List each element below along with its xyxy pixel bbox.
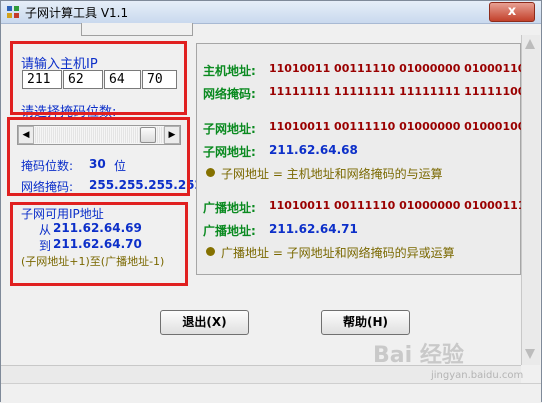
highlight-usable-box bbox=[10, 202, 188, 286]
subnet-decimal-label: 子网地址: bbox=[203, 145, 256, 159]
host-address-label: 主机地址: bbox=[203, 64, 256, 78]
host-address-binary: 11010011 00111110 01000000 01000110 bbox=[269, 62, 526, 75]
broadcast-formula-note: 广播地址 = 子网地址和网络掩码的异或运算 bbox=[221, 246, 455, 260]
bullet-icon bbox=[206, 247, 215, 256]
window-title: 子网计算工具 V1.1 bbox=[25, 6, 129, 20]
app-window: 子网计算工具 V1.1 x 请输入主机IP 211 62 64 70 请选择掩码… bbox=[0, 0, 542, 403]
net-mask-binary-label: 网络掩码: bbox=[203, 87, 256, 101]
results-panel: 主机地址: 11010011 00111110 01000000 0100011… bbox=[196, 43, 525, 275]
tab-strip bbox=[81, 23, 193, 36]
app-icon bbox=[7, 6, 19, 18]
broadcast-decimal-label: 广播地址: bbox=[203, 224, 256, 238]
close-icon: x bbox=[507, 4, 517, 19]
watermark-url: jingyan.baidu.com bbox=[431, 370, 524, 381]
highlight-input-box bbox=[10, 41, 187, 115]
broadcast-binary-label: 广播地址: bbox=[203, 201, 256, 215]
highlight-mask-box bbox=[7, 117, 190, 196]
close-button[interactable]: x bbox=[489, 2, 535, 22]
scroll-down-arrow-icon[interactable] bbox=[525, 349, 535, 359]
vertical-scrollbar[interactable] bbox=[521, 35, 540, 365]
subnet-formula-note: 子网地址 = 主机地址和网络掩码的与运算 bbox=[221, 167, 443, 181]
broadcast-decimal-value: 211.62.64.71 bbox=[269, 222, 358, 236]
status-bar bbox=[1, 383, 541, 403]
subnet-binary: 11010011 00111110 01000000 01000100 bbox=[269, 120, 526, 133]
watermark-logo: Bai 经验 bbox=[373, 343, 464, 368]
subnet-binary-label: 子网地址: bbox=[203, 122, 256, 136]
subnet-decimal-value: 211.62.64.68 bbox=[269, 143, 358, 157]
help-button[interactable]: 帮助(H) bbox=[321, 310, 410, 335]
bullet-icon bbox=[206, 168, 215, 177]
broadcast-binary: 11010011 00111110 01000000 01000111 bbox=[269, 199, 526, 212]
net-mask-binary: 11111111 11111111 11111111 11111100 bbox=[269, 85, 526, 98]
exit-button[interactable]: 退出(X) bbox=[160, 310, 249, 335]
title-bar[interactable]: 子网计算工具 V1.1 x bbox=[1, 1, 541, 24]
scroll-up-arrow-icon[interactable] bbox=[525, 39, 535, 49]
